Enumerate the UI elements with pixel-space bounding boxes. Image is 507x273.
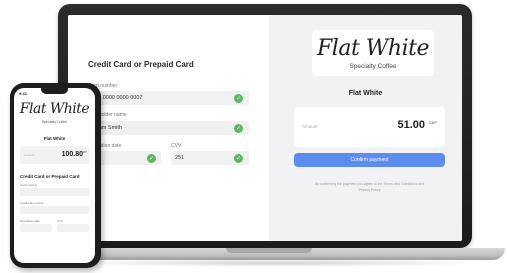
amount-value: 51.00 (397, 119, 425, 131)
form-title: Credit Card or Prepaid Card (88, 60, 194, 69)
phone-brand-subtitle: Specialty Coffee (41, 120, 68, 124)
laptop-shadow (60, 259, 490, 267)
phone-brand-logo: Flat White (19, 101, 90, 117)
cvv-label: CVV (171, 143, 182, 149)
card-number-input[interactable]: 000 0000 0000 0007 (88, 91, 249, 105)
phone-amount-label: Amount (24, 153, 35, 157)
merchant-pane: Flat White Specialty Coffee Flat White A… (269, 15, 462, 241)
phone-amount-box: Amount 100.80 GBP (20, 146, 89, 164)
phone-cvv-input[interactable] (57, 224, 89, 232)
brand-card: Flat White Specialty Coffee (312, 30, 434, 76)
phone-amount-value: 100.80 (61, 151, 83, 158)
cardholder-valid-icon: ✓ (234, 124, 243, 133)
phone-screen: 9:41 Flat White Specialty Coffee Flat Wh… (14, 88, 95, 263)
phone-card-number-label: Card number (20, 183, 38, 187)
phone-cvv-label: CVV (57, 219, 64, 223)
brand-subtitle: Specialty Coffee (349, 63, 397, 70)
expiry-valid-icon: ✓ (147, 154, 156, 163)
card-number-valid-icon: ✓ (234, 94, 243, 103)
phone-amount-currency: GBP (81, 151, 87, 154)
amount-box: Amount 51.00 GBP (294, 107, 445, 147)
phone-form-title: Credit Card or Prepaid Card (20, 174, 80, 179)
phone-merchant-name: Flat White (43, 136, 66, 141)
brand-logo: Flat White (317, 36, 429, 61)
amount-currency: GBP (428, 120, 437, 125)
cardholder-input[interactable]: Adam Smith (88, 121, 249, 135)
phone-time: 9:41 (19, 91, 28, 96)
cvv-valid-icon: ✓ (234, 154, 243, 163)
merchant-name: Flat White (348, 90, 383, 97)
phone-notch (41, 88, 68, 94)
phone-cardholder-input[interactable] (20, 206, 89, 214)
phone-expiry-label: Expiration date (20, 219, 41, 223)
phone-card-number-input[interactable] (20, 188, 89, 196)
terms-text: By confirming the payment you agree to t… (314, 182, 425, 192)
laptop-screen: Credit Card or Prepaid Card Card number … (68, 15, 462, 241)
phone-cardholder-label: Cardholder name (20, 201, 44, 205)
amount-label: Amount (302, 124, 318, 129)
laptop-base-notch (226, 248, 312, 253)
confirm-payment-button[interactable]: Confirm payment (294, 153, 445, 167)
phone-expiry-input[interactable] (20, 224, 52, 232)
